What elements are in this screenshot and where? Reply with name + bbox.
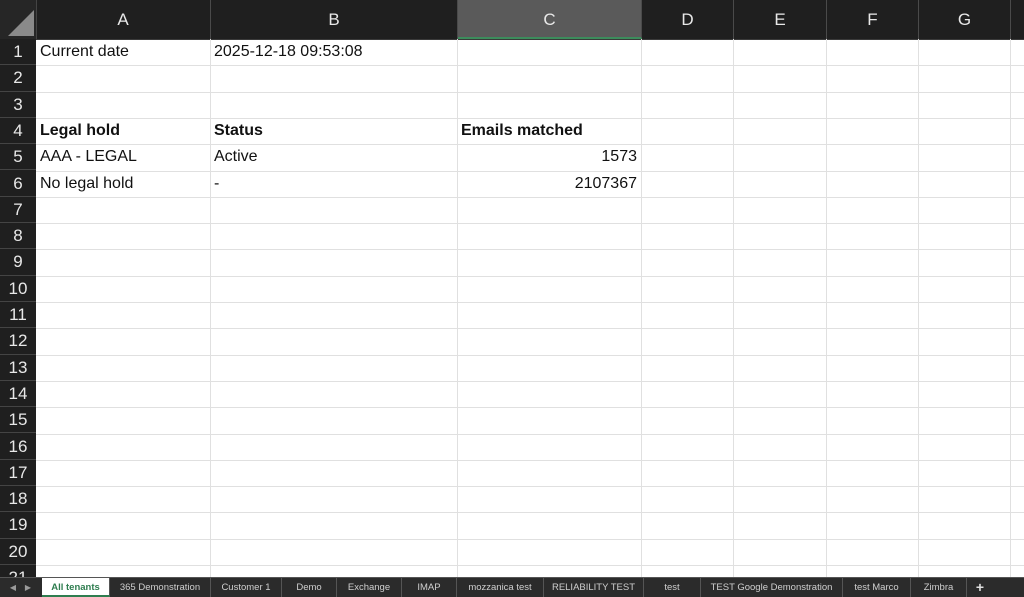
grid-line <box>36 65 1024 67</box>
sheet-tab-bar: ◀ ▶ All tenants 365 Demonstration Custom… <box>0 577 1024 597</box>
grid-line <box>918 39 919 577</box>
column-header-f[interactable]: F <box>827 0 919 39</box>
grid-line <box>36 302 1024 303</box>
tab-test[interactable]: test <box>644 578 701 597</box>
grid-line <box>1010 39 1011 577</box>
row-header[interactable]: 4 <box>0 118 36 145</box>
row-header[interactable]: 5 <box>0 144 36 171</box>
tab-customer-1[interactable]: Customer 1 <box>211 578 282 597</box>
grid-line <box>36 486 1024 488</box>
select-all-corner[interactable] <box>0 0 37 39</box>
grid-line <box>36 380 1024 382</box>
column-header-d[interactable]: D <box>642 0 734 39</box>
cell-c6[interactable]: 2107367 <box>457 171 641 197</box>
tab-exchange[interactable]: Exchange <box>337 578 402 597</box>
column-header-bar: A B C D E F G <box>0 0 1024 40</box>
row-header[interactable]: 11 <box>0 302 36 329</box>
grid-line <box>36 196 1024 198</box>
grid-line <box>733 39 734 577</box>
cell-a1[interactable]: Current date <box>36 39 210 65</box>
cell-b1[interactable]: 2025-12-18 09:53:08 <box>210 39 457 65</box>
row-header[interactable]: 18 <box>0 486 36 513</box>
cell-grid[interactable]: Current date 2025-12-18 09:53:08 Legal h… <box>36 39 1024 577</box>
row-header[interactable]: 9 <box>0 249 36 276</box>
row-header[interactable]: 10 <box>0 276 36 302</box>
tab-zimbra[interactable]: Zimbra <box>911 578 967 597</box>
row-header[interactable]: 20 <box>0 539 36 565</box>
tab-365-demonstration[interactable]: 365 Demonstration <box>110 578 211 597</box>
row-header[interactable]: 8 <box>0 223 36 250</box>
cell-c5[interactable]: 1573 <box>457 144 641 170</box>
grid-line <box>36 538 1024 540</box>
grid-line <box>36 275 1024 277</box>
grid-line <box>36 328 1024 330</box>
grid-line <box>826 39 827 577</box>
cell-b5[interactable]: Active <box>210 144 457 170</box>
cell-c4[interactable]: Emails matched <box>457 118 641 144</box>
row-header[interactable]: 19 <box>0 512 36 539</box>
grid-line <box>36 407 1024 409</box>
tab-demo[interactable]: Demo <box>282 578 337 597</box>
row-header[interactable]: 1 <box>0 39 36 66</box>
grid-line <box>36 249 1024 251</box>
grid-line <box>36 223 1024 225</box>
row-header[interactable]: 3 <box>0 92 36 118</box>
tab-test-google-demonstration[interactable]: TEST Google Demonstration <box>701 578 843 597</box>
row-header[interactable]: 2 <box>0 65 36 92</box>
grid-line <box>36 565 1024 566</box>
column-header-h[interactable] <box>1011 0 1024 39</box>
column-header-b[interactable]: B <box>211 0 458 39</box>
row-header[interactable]: 14 <box>0 381 36 408</box>
cell-a5[interactable]: AAA - LEGAL <box>36 144 210 170</box>
grid-line <box>36 512 1024 514</box>
tab-reliability-test[interactable]: RELIABILITY TEST <box>544 578 644 597</box>
tab-imap[interactable]: IMAP <box>402 578 457 597</box>
row-header[interactable]: 15 <box>0 407 36 434</box>
row-header[interactable]: 6 <box>0 171 36 197</box>
add-sheet-icon[interactable]: + <box>967 578 993 597</box>
row-header[interactable]: 7 <box>0 197 36 224</box>
scroll-left-icon[interactable]: ◀ <box>6 578 20 597</box>
row-header[interactable]: 12 <box>0 328 36 355</box>
row-header-bar: 1 2 3 4 5 6 7 8 9 10 11 12 13 14 15 16 1… <box>0 39 36 577</box>
grid-line <box>36 433 1024 435</box>
cell-b4[interactable]: Status <box>210 118 457 144</box>
cell-b6[interactable]: - <box>210 171 457 197</box>
cell-a4[interactable]: Legal hold <box>36 118 210 144</box>
row-header[interactable]: 13 <box>0 355 36 381</box>
grid-line <box>36 459 1024 461</box>
grid-line <box>641 39 642 577</box>
tab-test-marco[interactable]: test Marco <box>843 578 911 597</box>
row-header[interactable]: 17 <box>0 460 36 487</box>
column-header-a[interactable]: A <box>36 0 211 39</box>
row-header[interactable]: 21 <box>0 565 36 577</box>
row-header[interactable]: 16 <box>0 434 36 460</box>
column-header-g[interactable]: G <box>919 0 1011 39</box>
scroll-right-icon[interactable]: ▶ <box>21 578 35 597</box>
tab-all-tenants[interactable]: All tenants <box>42 578 110 597</box>
grid-line <box>36 91 1024 93</box>
column-header-c[interactable]: C <box>458 0 642 39</box>
grid-line <box>36 354 1024 356</box>
spreadsheet: A B C D E F G 1 2 3 4 5 6 7 8 9 10 11 12… <box>0 0 1024 577</box>
cell-a6[interactable]: No legal hold <box>36 171 210 197</box>
column-header-e[interactable]: E <box>734 0 827 39</box>
tab-mozzanica-test[interactable]: mozzanica test <box>457 578 544 597</box>
